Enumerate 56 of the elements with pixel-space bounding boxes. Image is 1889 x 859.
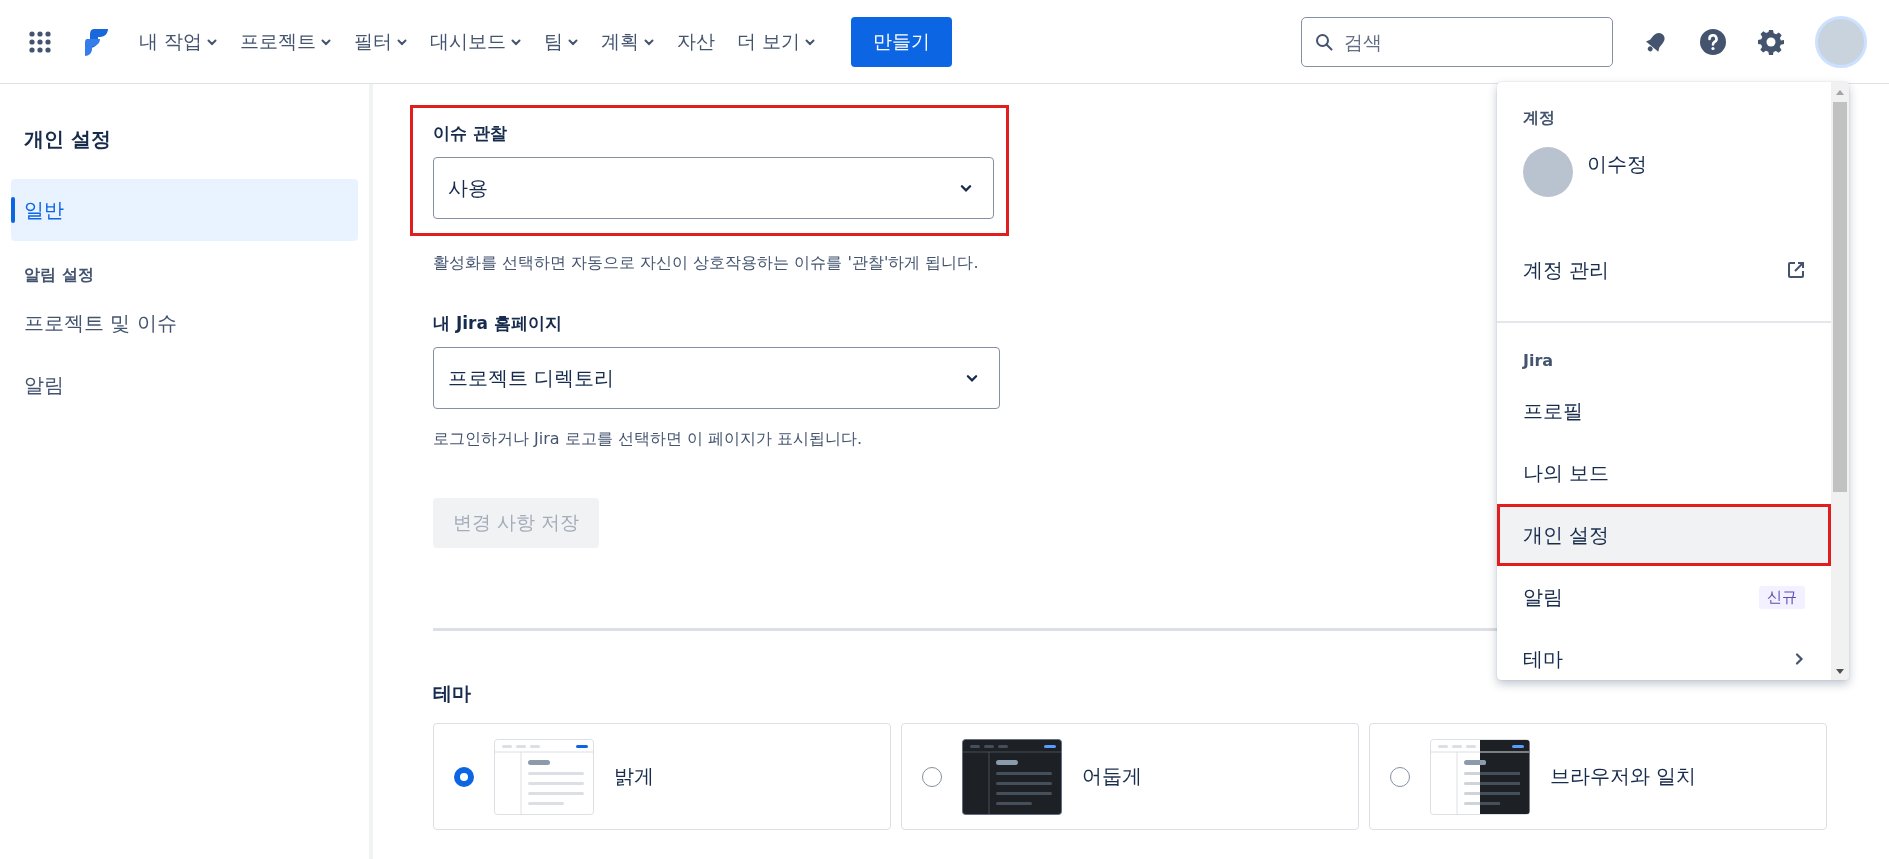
profile-item[interactable]: 이수정: [1497, 139, 1831, 225]
scroll-down-icon[interactable]: [1835, 666, 1845, 676]
field-label: 이슈 관찰: [433, 122, 508, 145]
help-text: 로그인하거나 Jira 로고를 선택하면 이 페이지가 표시됩니다.: [433, 429, 863, 450]
sidebar-item[interactable]: 알림: [11, 354, 358, 416]
radio-button[interactable]: [1390, 766, 1410, 787]
select-field[interactable]: 프로젝트 디렉토리: [433, 347, 1000, 409]
nav-menu-item[interactable]: 자산: [666, 20, 727, 63]
app-grid-icon[interactable]: [28, 29, 52, 54]
help-icon[interactable]: [1699, 27, 1727, 56]
menu-item-label: 계정 관리: [1523, 256, 1610, 284]
menu-item[interactable]: 계정 관리: [1497, 225, 1831, 315]
search-field[interactable]: 검색: [1301, 16, 1613, 67]
menu-section-heading: Jira: [1521, 350, 1555, 372]
select-value: 사용: [448, 174, 488, 202]
menu-item[interactable]: 나의 보드: [1497, 442, 1831, 504]
theme-option-label: 어둡게: [1082, 763, 1142, 790]
select-field[interactable]: 사용: [433, 157, 994, 219]
nav-menu-item[interactable]: 더 보기: [726, 20, 828, 63]
menu-section-heading: 계정: [1522, 107, 1556, 129]
nav-menu-item[interactable]: 계획: [590, 20, 667, 63]
section-title: 테마: [433, 681, 472, 706]
chevron-right-icon: [1793, 652, 1805, 666]
radio-button[interactable]: [922, 766, 942, 787]
nav-menu-item[interactable]: 프로젝트: [229, 20, 344, 63]
new-badge: 신규: [1759, 585, 1805, 609]
theme-option-card[interactable]: 어둡게: [901, 723, 1359, 830]
menu-item-label: 테마: [1523, 645, 1563, 673]
menu-item-label: 알림: [1523, 583, 1563, 611]
radio-button[interactable]: [454, 766, 474, 787]
nav-menu-item[interactable]: 내 작업: [128, 20, 230, 63]
search-icon: [1315, 32, 1333, 51]
theme-option-card[interactable]: 밝게: [433, 723, 891, 830]
nav-menu-item[interactable]: 대시보드: [419, 20, 534, 63]
settings-icon[interactable]: [1757, 27, 1785, 56]
sidebar-item[interactable]: 일반: [11, 179, 358, 241]
menu-item[interactable]: 개인 설정: [1497, 504, 1831, 566]
sidebar-item[interactable]: 프로젝트 및 이슈: [11, 292, 358, 354]
scrollbar[interactable]: [1831, 82, 1849, 680]
menu-item[interactable]: 테마: [1497, 628, 1831, 680]
sidebar-section-heading: 알림 설정: [23, 265, 95, 286]
theme-option-label: 밝게: [614, 763, 654, 790]
create-button[interactable]: 만들기: [851, 16, 953, 67]
select-value: 프로젝트 디렉토리: [448, 364, 615, 392]
menu-item[interactable]: 프로필: [1497, 380, 1831, 442]
sidebar-title: 개인 설정: [23, 126, 112, 153]
menu-item[interactable]: 알림 신규: [1497, 566, 1831, 628]
external-link-icon: [1787, 261, 1805, 279]
field-label: 내 Jira 홈페이지: [433, 312, 563, 335]
user-avatar: [1523, 147, 1573, 197]
theme-option-card[interactable]: 브라우저와 일치: [1369, 723, 1827, 830]
theme-option-label: 브라우저와 일치: [1550, 763, 1697, 790]
nav-menu-item[interactable]: 팀: [533, 20, 591, 63]
user-name: 이수정: [1587, 151, 1647, 178]
help-text: 활성화를 선택하면 자동으로 자신이 상호작용하는 이슈를 '관찰'하게 됩니다.: [433, 253, 979, 274]
nav-menu-item[interactable]: 필터: [343, 20, 420, 63]
